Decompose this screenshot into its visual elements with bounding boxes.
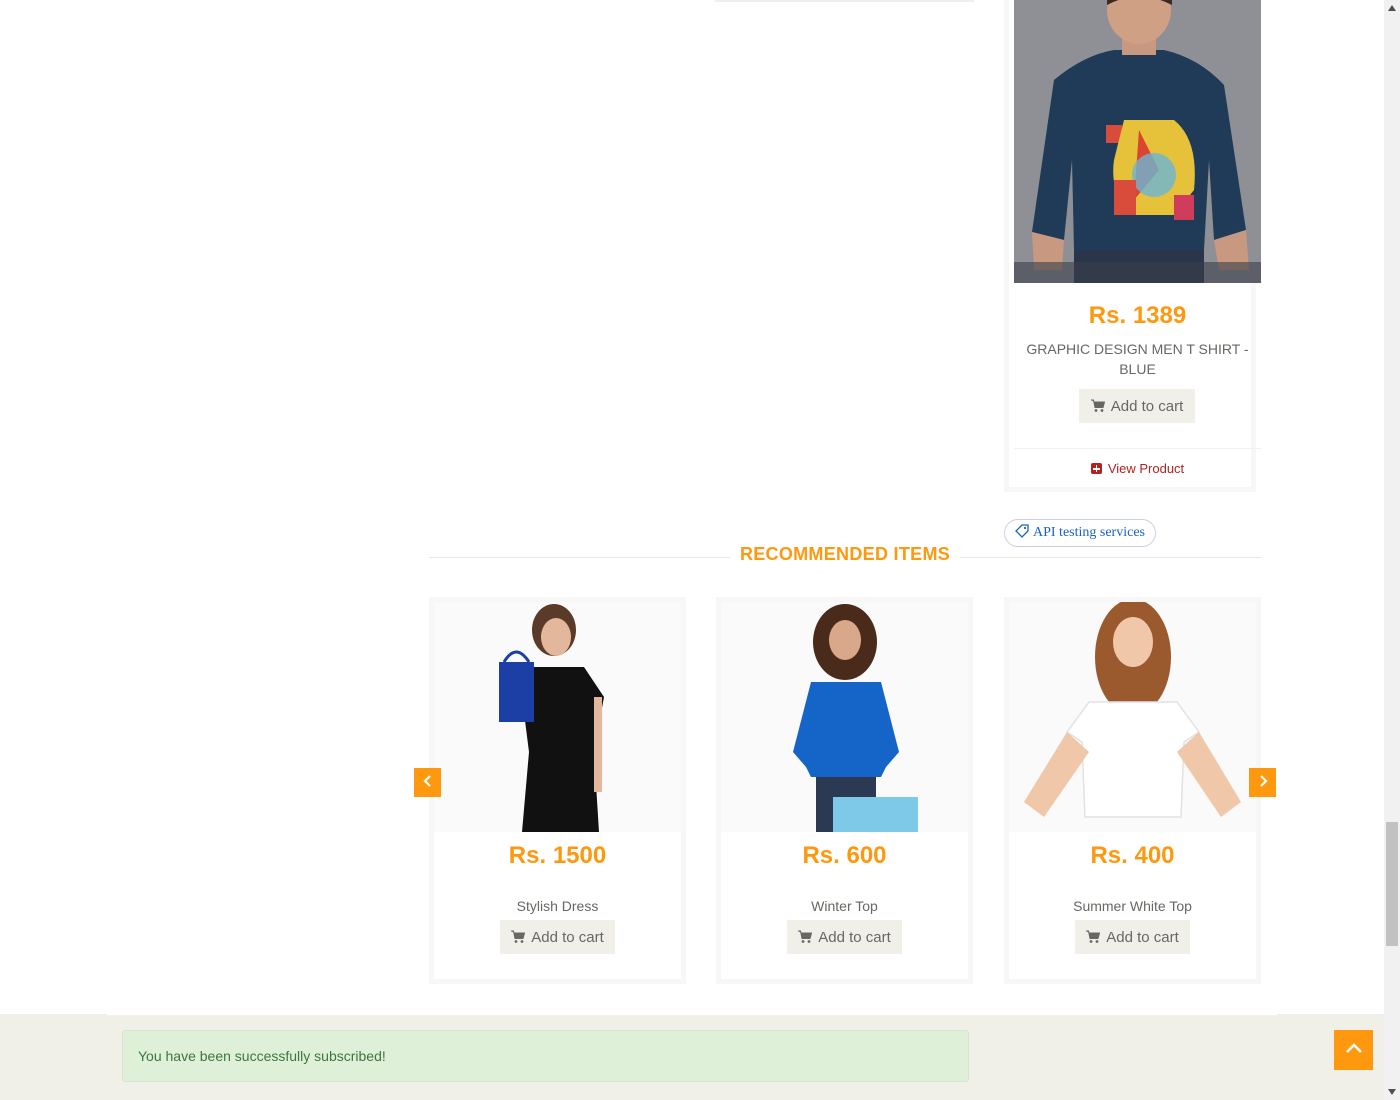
shopping-cart-icon xyxy=(798,930,813,944)
recommended-item-card: Rs. 400 Summer White Top Add to cart xyxy=(1004,597,1261,984)
add-to-cart-button[interactable]: Add to cart xyxy=(500,920,615,954)
tag-link[interactable]: API testing services xyxy=(1004,519,1156,547)
add-to-cart-button[interactable]: Add to cart xyxy=(1079,389,1195,423)
view-product-row: View Product xyxy=(1014,448,1261,488)
product-name: Summer White Top xyxy=(1073,898,1192,914)
product-image xyxy=(721,602,968,832)
add-to-cart-label: Add to cart xyxy=(1110,397,1184,415)
product-name: GRAPHIC DESIGN MEN T SHIRT - BLUE xyxy=(1026,341,1249,377)
shopping-cart-icon xyxy=(511,930,526,944)
footer-divider xyxy=(107,1014,1277,1015)
scroll-up-arrow-icon[interactable] xyxy=(1384,0,1400,16)
add-to-cart-label: Add to cart xyxy=(531,928,604,946)
carousel-prev-button[interactable] xyxy=(414,768,441,797)
shopping-cart-icon xyxy=(1090,399,1105,413)
view-product-link[interactable]: View Product xyxy=(1108,461,1184,476)
product-price: Rs. 600 xyxy=(802,842,887,869)
chevron-right-icon xyxy=(1258,774,1268,792)
shopping-cart-icon xyxy=(1086,930,1101,944)
scrollbar-thumb[interactable] xyxy=(1386,822,1398,946)
chevron-left-icon xyxy=(422,774,433,792)
product-price: Rs. 400 xyxy=(1090,842,1175,869)
subscription-success-alert: You have been successfully subscribed! xyxy=(122,1030,969,1082)
chevron-up-icon xyxy=(1345,1041,1363,1059)
previous-card-border xyxy=(715,0,974,2)
section-title: RECOMMENDED ITEMS xyxy=(730,544,960,565)
add-to-cart-button[interactable]: Add to cart xyxy=(787,920,902,954)
product-image xyxy=(1014,0,1261,283)
product-card: Rs. 1389 GRAPHIC DESIGN MEN T SHIRT - BL… xyxy=(1004,0,1261,492)
scroll-to-top-button[interactable] xyxy=(1334,1030,1373,1070)
tag-icon xyxy=(1015,523,1029,543)
add-to-cart-label: Add to cart xyxy=(1106,928,1179,946)
add-to-cart-button[interactable]: Add to cart xyxy=(1075,920,1190,954)
recommended-item-card: Rs. 1500 Stylish Dress Add to cart xyxy=(429,597,686,984)
scroll-down-arrow-icon[interactable] xyxy=(1384,1084,1400,1100)
recommended-item-card: Rs. 600 Winter Top Add to cart xyxy=(716,597,973,984)
add-to-cart-label: Add to cart xyxy=(818,928,891,946)
tag-label: API testing services xyxy=(1033,525,1145,540)
product-name: Winter Top xyxy=(811,898,878,914)
carousel-next-button[interactable] xyxy=(1249,768,1276,797)
product-price: Rs. 1500 xyxy=(508,842,607,869)
product-image xyxy=(1009,602,1256,832)
plus-square-icon xyxy=(1090,463,1102,474)
product-image xyxy=(434,602,681,832)
product-name: Stylish Dress xyxy=(516,898,599,914)
product-price: Rs. 1389 xyxy=(1088,302,1187,329)
